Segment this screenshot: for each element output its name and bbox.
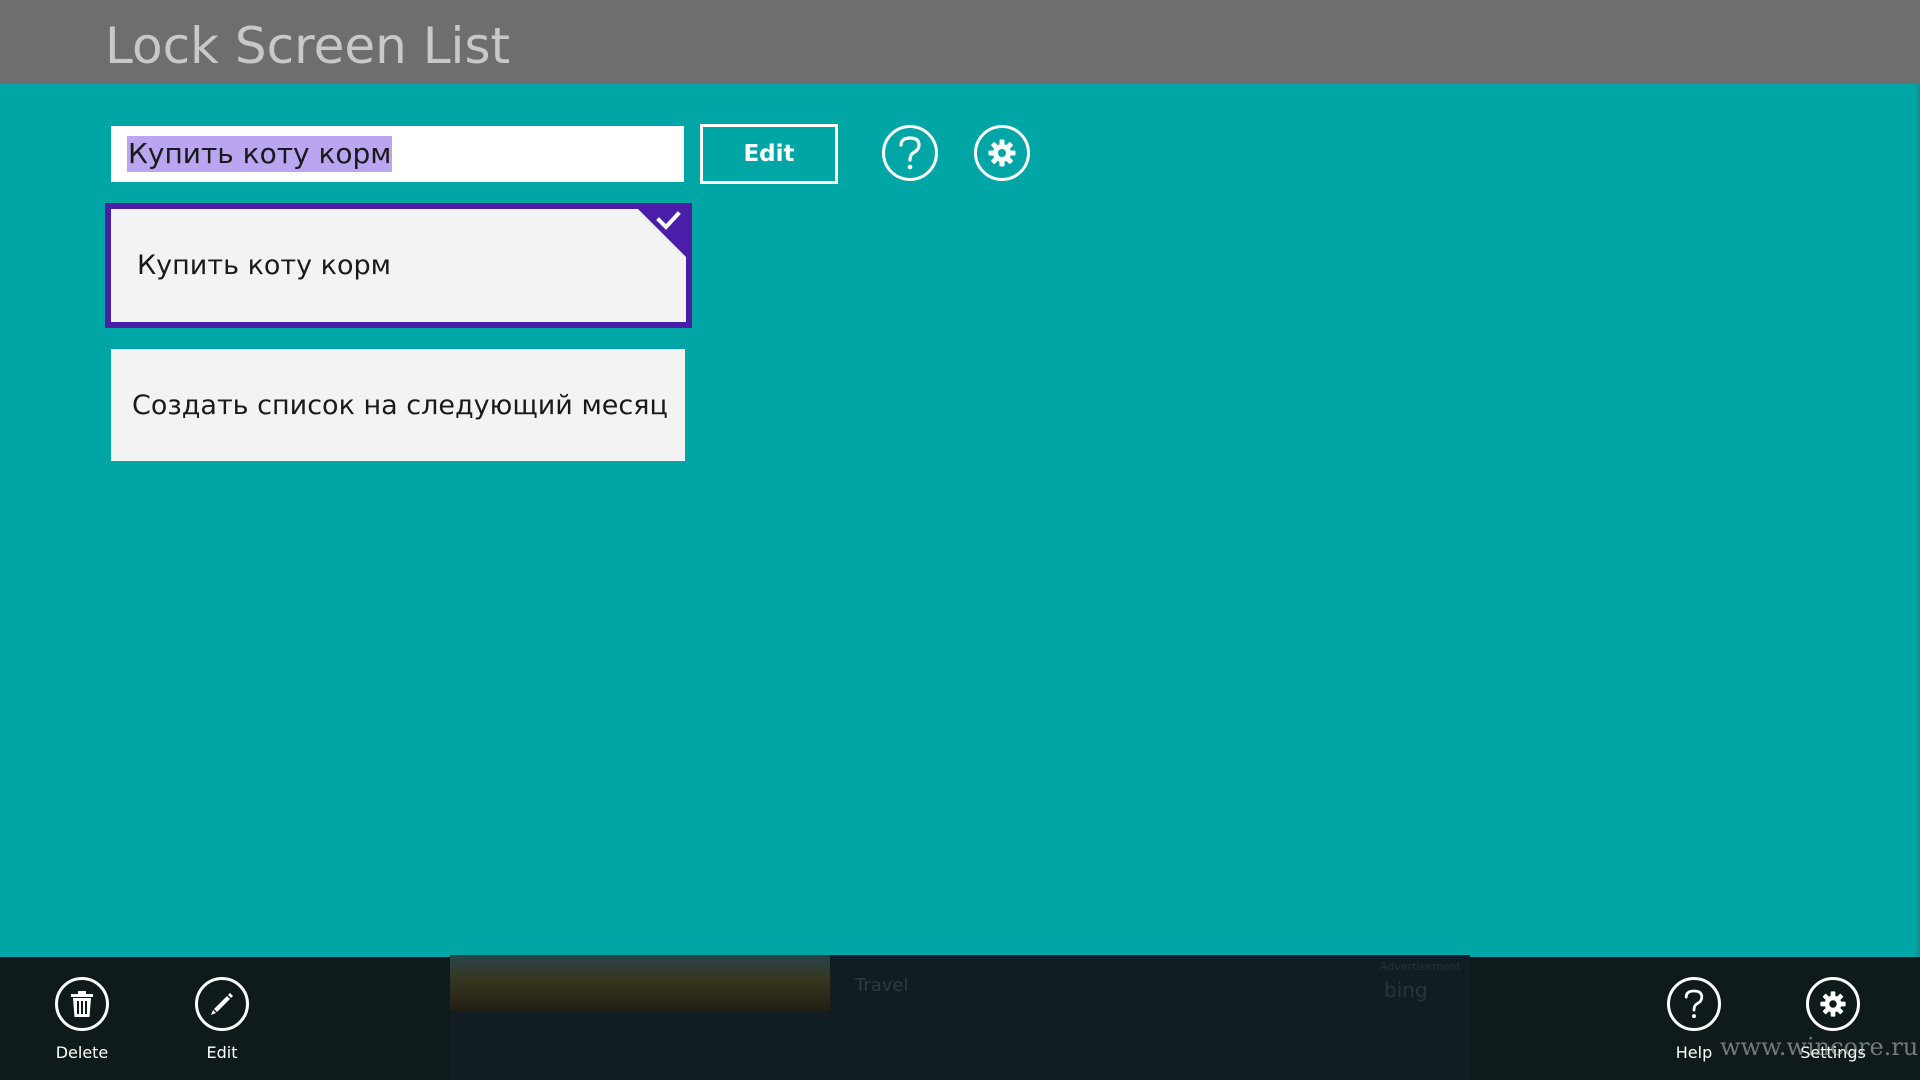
advertisement-image [450, 955, 830, 1011]
settings-button[interactable] [974, 125, 1030, 181]
help-circle [1667, 977, 1721, 1031]
list-item-label: Купить коту корм [137, 250, 392, 281]
gear-icon [1820, 991, 1846, 1017]
gear-icon [988, 139, 1016, 167]
advertisement-label: Advertisement [1380, 960, 1461, 973]
trash-icon [71, 991, 93, 1017]
delete-circle [55, 977, 109, 1031]
item-text-input[interactable]: Купить коту корм [111, 126, 684, 182]
app-title: Lock Screen List [105, 17, 511, 75]
question-circle-icon [899, 136, 921, 170]
help-label: Help [1675, 1043, 1713, 1062]
pencil-icon [211, 993, 233, 1015]
list-item-label: Создать список на следующий месяц [132, 389, 668, 421]
advertisement-brand: bing [1384, 978, 1428, 1002]
title-bar: Lock Screen List [0, 0, 1920, 84]
edit-circle [195, 977, 249, 1031]
delete-label: Delete [55, 1043, 109, 1062]
input-selected-text: Купить коту корм [127, 136, 393, 172]
edit-button[interactable]: Edit [700, 124, 838, 184]
watermark: www.wincore.ru [1720, 1033, 1919, 1061]
edit-label: Edit [206, 1043, 238, 1062]
advertisement-category: Travel [855, 975, 909, 996]
question-icon [1684, 989, 1704, 1019]
delete-command[interactable]: Delete [27, 977, 137, 1062]
edit-command[interactable]: Edit [167, 977, 277, 1062]
list-item[interactable]: Купить коту корм [105, 203, 692, 328]
list-item[interactable]: Создать список на следующий месяц [111, 349, 685, 461]
help-button[interactable] [882, 125, 938, 181]
checkmark-icon [637, 208, 687, 258]
settings-circle [1806, 977, 1860, 1031]
